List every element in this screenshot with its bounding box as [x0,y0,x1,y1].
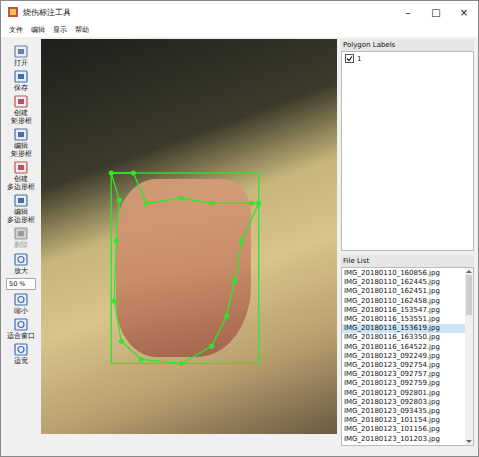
tool-button[interactable]: 缩小 [13,293,29,315]
tool-button[interactable]: 编辑 多边形框 [7,194,35,224]
file-row[interactable]: IMG_20180123_101203.jpg [342,435,465,444]
toolbar: 打开保存创建 矩形框编辑 矩形框创建 多边形框编辑 多边形框删除放大 50 % 缩小… [1,39,41,446]
file-row[interactable]: IMG_20180123_093435.jpg [342,407,465,416]
menu-item[interactable]: 显示 [53,25,67,35]
check-icon [346,55,353,62]
file-row[interactable]: IMG_20180116_153551.jpg [342,315,465,324]
tool-button[interactable]: 创建 矩形框 [11,95,32,125]
title-bar: 烧伤标注工具 –□× [1,1,478,23]
tool-icon [13,128,29,142]
scroll-down-icon[interactable] [466,440,472,443]
file-row[interactable]: IMG_20180110_162445.jpg [342,278,465,287]
file-row[interactable]: IMG_20180123_092759.jpg [342,379,465,388]
tool-icon [13,318,29,332]
menu-item[interactable]: 帮助 [75,25,89,35]
right-dock: Polygon Labels1File ListIMG_20180110_160… [337,39,478,446]
window-control[interactable]: □ [422,7,450,18]
tool-icon [13,227,29,241]
file-row[interactable]: IMG_20180123_092757.jpg [342,370,465,379]
labels-panel-title: Polygon Labels [341,39,474,51]
scroll-up-icon[interactable] [466,270,472,273]
file-row[interactable]: IMG_20180116_153547.jpg [342,306,465,315]
app-icon [7,6,19,18]
window-control[interactable]: – [394,7,422,18]
file-row[interactable]: IMG_20180116_153619.jpg [342,324,465,333]
scroll-thumb[interactable] [466,275,472,315]
window-control[interactable]: × [450,7,478,18]
file-row[interactable]: IMG_20180110_162458.jpg [342,297,465,306]
file-row[interactable]: IMG_20180116_164522.jpg [342,343,465,352]
file-row[interactable]: IMG_20180123_092249.jpg [342,352,465,361]
file-row[interactable]: IMG_20180123_101156.jpg [342,425,465,434]
tool-button[interactable]: 编辑 矩形框 [11,128,32,158]
file-row[interactable]: IMG_20180123_101154.jpg [342,416,465,425]
tool-button[interactable]: 删除 [13,227,29,249]
tool-button[interactable]: 打开 [13,45,29,67]
zoom-spinbox[interactable]: 50 % [6,278,36,290]
tool-button[interactable]: 创建 多边形框 [7,161,35,191]
file-row[interactable]: IMG_20180110_162451.jpg [342,287,465,296]
scrollbar[interactable] [465,268,473,445]
file-row[interactable]: IMG_20180110_160856.jpg [342,269,465,278]
tool-icon [13,194,29,208]
file-row[interactable]: IMG_20180123_092754.jpg [342,361,465,370]
file-row[interactable]: IMG_20180116_163350.jpg [342,333,465,342]
menu-bar: 文件编辑显示帮助 [1,23,478,37]
status-bar [1,446,478,456]
tool-button[interactable]: 适宽 [13,343,29,365]
tool-icon [13,161,29,175]
file-list: IMG_20180110_160856.jpgIMG_20180110_1624… [341,267,474,446]
tool-icon [13,293,29,307]
tool-icon [13,253,29,267]
annotation-overlay[interactable] [41,39,337,434]
tool-button[interactable]: 保存 [13,70,29,92]
image-canvas[interactable] [41,39,337,434]
app-window: 烧伤标注工具 –□× 文件编辑显示帮助打开保存创建 矩形框编辑 矩形框创建 多边形框… [0,0,479,457]
tool-icon [13,95,29,109]
tool-button[interactable]: 放大 [13,253,29,275]
tool-button[interactable]: 适合窗口 [7,318,35,340]
tool-icon [13,343,29,357]
labels-list: 1 [341,51,474,251]
file-list-title: File List [341,255,474,267]
label-checkbox[interactable] [345,54,354,63]
photo-region [116,179,251,357]
photo [41,39,337,434]
menu-item[interactable]: 文件 [9,25,23,35]
file-row[interactable]: IMG_20180123_092801.jpg [342,389,465,398]
window-title: 烧伤标注工具 [23,7,71,18]
menu-item[interactable]: 编辑 [31,25,45,35]
tool-icon [13,45,29,59]
label-item[interactable]: 1 [342,52,473,65]
file-row[interactable]: IMG_20180123_092803.jpg [342,398,465,407]
tool-icon [13,70,29,84]
